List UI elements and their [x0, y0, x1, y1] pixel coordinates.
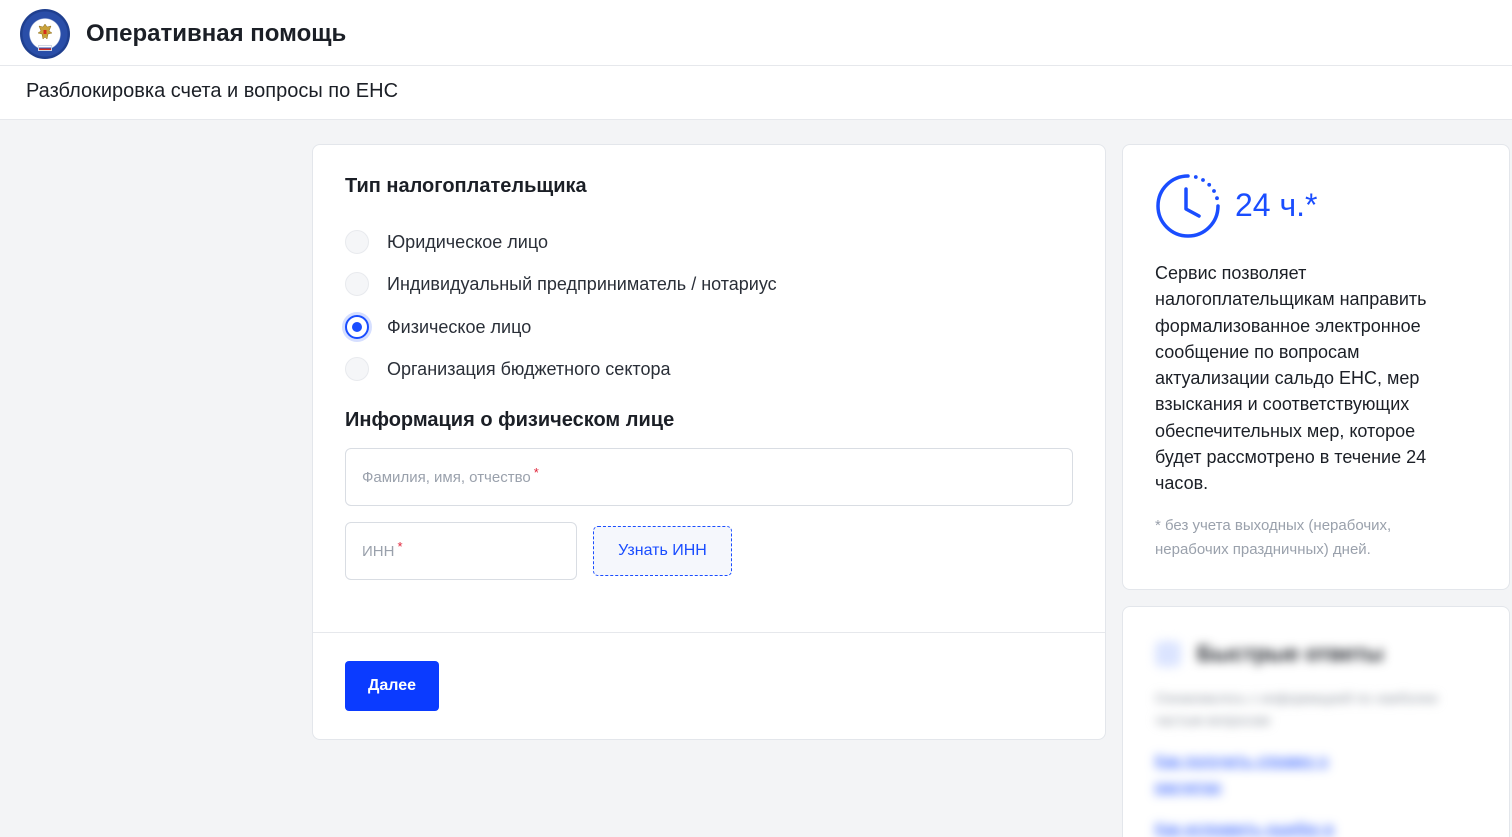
fio-placeholder: Фамилия, имя, отчество *: [362, 465, 539, 486]
form-card: Тип налогоплательщика Юридическое лицо И…: [312, 144, 1106, 740]
radio-button[interactable]: [345, 272, 369, 296]
quick-answer-link[interactable]: Как исправить ошибку в декларации: [1155, 817, 1395, 837]
radio-label: Индивидуальный предприниматель / нотариу…: [387, 273, 777, 294]
flag-icon: [38, 45, 52, 51]
radio-legal-entity[interactable]: Юридическое лицо: [345, 229, 548, 255]
quick-answers-title: Быстрые ответы: [1197, 641, 1384, 666]
quick-answers-card: Быстрые ответы Ознакомьтесь с информацие…: [1122, 606, 1510, 837]
radio-individual-entrepreneur[interactable]: Индивидуальный предприниматель / нотариу…: [345, 271, 777, 297]
clock-icon: [1156, 174, 1220, 238]
quick-answers-icon: [1155, 641, 1181, 667]
next-button[interactable]: Далее: [345, 661, 439, 711]
page-title: Разблокировка счета и вопросы по ЕНС: [26, 80, 399, 102]
response-time: 24 ч.*: [1235, 187, 1318, 223]
radio-label: Юридическое лицо: [387, 231, 548, 252]
radio-label: Физическое лицо: [387, 316, 532, 337]
radio-button[interactable]: [345, 357, 369, 381]
radio-individual[interactable]: Физическое лицо: [345, 314, 531, 340]
info-card: 24 ч.* Сервис позволяет налогоплательщик…: [1122, 144, 1510, 590]
find-inn-button[interactable]: Узнать ИНН: [593, 526, 732, 576]
divider: [313, 632, 1105, 633]
eagle-emblem-icon: [37, 23, 53, 40]
person-info-title: Информация о физическом лице: [345, 409, 675, 431]
inn-input[interactable]: ИНН *: [345, 522, 577, 580]
radio-button[interactable]: [345, 230, 369, 254]
inn-placeholder: ИНН *: [362, 539, 403, 560]
required-mark: *: [397, 539, 403, 554]
footnote: * без учета выходных (нерабочих, нерабоч…: [1155, 517, 1392, 558]
fio-input[interactable]: Фамилия, имя, отчество *: [345, 448, 1073, 506]
taxpayer-type-title: Тип налогоплательщика: [345, 175, 587, 197]
fns-logo[interactable]: [20, 9, 70, 59]
app-title[interactable]: Оперативная помощь: [86, 20, 346, 48]
quick-answers-description: Ознакомьтесь с информацией по наиболее ч…: [1155, 690, 1439, 728]
service-description: Сервис позволяет налогоплательщикам напр…: [1155, 263, 1427, 494]
quick-answer-link[interactable]: Как получить справку о расчетах: [1155, 749, 1395, 801]
radio-budget-organization[interactable]: Организация бюджетного сектора: [345, 356, 670, 382]
required-mark: *: [533, 465, 539, 480]
app-header: Оперативная помощь: [0, 0, 1512, 66]
radio-button-checked[interactable]: [345, 315, 369, 339]
page-header: Разблокировка счета и вопросы по ЕНС: [0, 66, 1512, 120]
radio-label: Организация бюджетного сектора: [387, 358, 671, 379]
